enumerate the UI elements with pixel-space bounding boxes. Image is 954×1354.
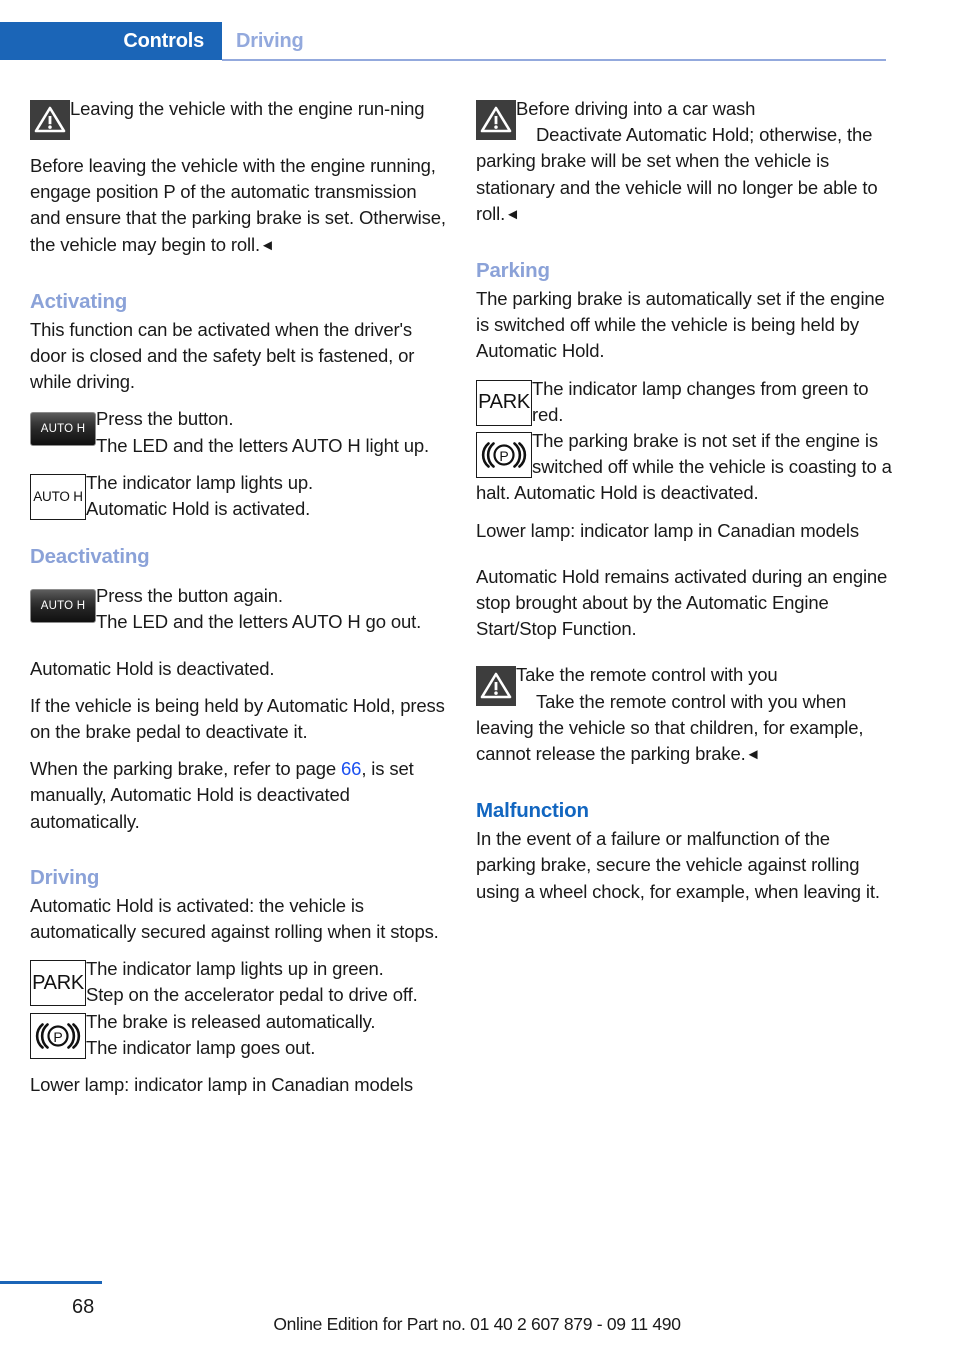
driving-park-step: PARK The indicator lamp lights up in gre… — [30, 956, 448, 1008]
svg-text:P: P — [53, 1029, 62, 1045]
activating-intro: This function can be activated when the … — [30, 318, 415, 393]
warning-title-remote-control: Take the remote control with you — [516, 664, 778, 686]
activating-lamp-step: AUTO H The indicator lamp lights up. Aut… — [30, 470, 448, 522]
driving-pbrake-step: P The brake is released automatically. T… — [30, 1009, 448, 1061]
activating-button-step: AUTO H Press the button. The LED and the… — [30, 406, 448, 458]
parking-park-line-1: The indicator lamp changes from green to… — [532, 377, 869, 425]
parking-brake-indicator-lamp-icon: P — [476, 432, 532, 479]
svg-text:P: P — [499, 448, 508, 464]
page-footer: 68 Online Edition for Part no. 01 40 2 6… — [0, 1264, 954, 1354]
left-column: Leaving the vehicle with the engine run-… — [30, 96, 448, 1098]
parking-intro: The parking brake is automatically set i… — [476, 288, 885, 362]
auto-h-lamp-label: AUTO H — [33, 489, 83, 505]
breadcrumb-tab-controls[interactable]: Controls — [0, 22, 222, 60]
deactivating-para-1: Automatic Hold is deactivated. — [30, 657, 275, 679]
driving-pbrake-line-2: The indicator lamp goes out. — [86, 1036, 316, 1058]
warning-block-engine-running: Leaving the vehicle with the engine run-… — [30, 96, 448, 142]
breadcrumb-section-driving[interactable]: Driving — [236, 30, 304, 53]
warning-body-engine-running: Before leaving the vehicle with the engi… — [30, 155, 446, 255]
warning-triangle-icon — [476, 100, 516, 140]
driving-canadian-note: Lower lamp: indicator lamp in Canadian m… — [30, 1074, 413, 1096]
park-lamp-label: PARK — [32, 971, 84, 994]
warning-block-remote-control: Take the remote control with you Take th… — [476, 662, 894, 768]
heading-malfunction: Malfunction — [476, 799, 589, 823]
header-divider — [222, 59, 886, 61]
breadcrumb-tab-label: Controls — [123, 30, 204, 52]
parking-pbrake-step: P The parking brake is not set if the en… — [476, 428, 894, 507]
auto-h-button-icon: AUTO H — [30, 589, 96, 624]
warning-end-marker: ◄ — [505, 205, 520, 223]
parking-brake-indicator-lamp-icon: P — [30, 1012, 86, 1059]
heading-activating: Activating — [30, 289, 128, 313]
deactivating-para-3: When the parking brake, refer to page 66… — [30, 758, 414, 832]
parking-park-step: PARK The indicator lamp changes from gre… — [476, 376, 894, 428]
park-lamp-label: PARK — [478, 391, 530, 414]
parking-pbrake-line-1: The parking brake is not set if the engi… — [476, 430, 892, 504]
warning-triangle-icon — [30, 100, 70, 140]
heading-driving: Driving — [30, 865, 100, 889]
auto-h-button-icon: AUTO H — [30, 412, 96, 447]
heading-parking: Parking — [476, 259, 550, 283]
auto-h-button-label: AUTO H — [40, 600, 86, 613]
deactivating-button-step: AUTO H Press the button again. The LED a… — [30, 583, 448, 635]
warning-end-marker: ◄ — [745, 746, 761, 764]
footer-divider — [0, 1281, 102, 1284]
warning-body-car-wash: Deactivate Automatic Hold; otherwise, th… — [476, 124, 878, 224]
park-indicator-lamp-icon: PARK — [30, 960, 86, 1007]
auto-h-indicator-lamp-icon: AUTO H — [30, 473, 86, 520]
right-column: Before driving into a car wash Deactivat… — [476, 96, 894, 905]
page-reference-link[interactable]: 66 — [341, 758, 361, 779]
warning-title-engine-running: Leaving the vehicle with the engine run-… — [70, 98, 425, 119]
driving-intro: Automatic Hold is activated: the vehicle… — [30, 894, 439, 943]
parking-para-after: Automatic Hold remains activated during … — [476, 565, 888, 640]
warning-end-marker: ◄ — [259, 236, 275, 254]
malfunction-body: In the event of a failure or malfunction… — [476, 828, 880, 902]
driving-pbrake-line-1: The brake is released automatically. — [86, 1010, 376, 1032]
driving-park-line-2: Step on the accelerator pedal to drive o… — [86, 984, 418, 1006]
warning-body-remote-control: Take the remote control with you when le… — [476, 690, 864, 765]
auto-h-button-label: AUTO H — [40, 423, 86, 436]
warning-title-car-wash: Before driving into a car wash — [516, 98, 756, 119]
heading-deactivating: Deactivating — [30, 545, 150, 569]
activating-lamp-line-1: The indicator lamp lights up. — [86, 471, 314, 493]
warning-triangle-icon — [476, 666, 516, 707]
edition-notice: Online Edition for Part no. 01 40 2 607 … — [273, 1314, 681, 1334]
park-indicator-lamp-icon: PARK — [476, 379, 532, 426]
page-header: Controls Driving — [0, 0, 954, 62]
warning-block-car-wash: Before driving into a car wash Deactivat… — [476, 96, 894, 228]
driving-park-line-1: The indicator lamp lights up in green. — [86, 958, 384, 980]
deactivating-para-2: If the vehicle is being held by Automati… — [30, 694, 445, 743]
parking-canadian-note: Lower lamp: indicator lamp in Canadian m… — [476, 519, 859, 541]
activating-lamp-line-2: Automatic Hold is activated. — [86, 498, 311, 520]
